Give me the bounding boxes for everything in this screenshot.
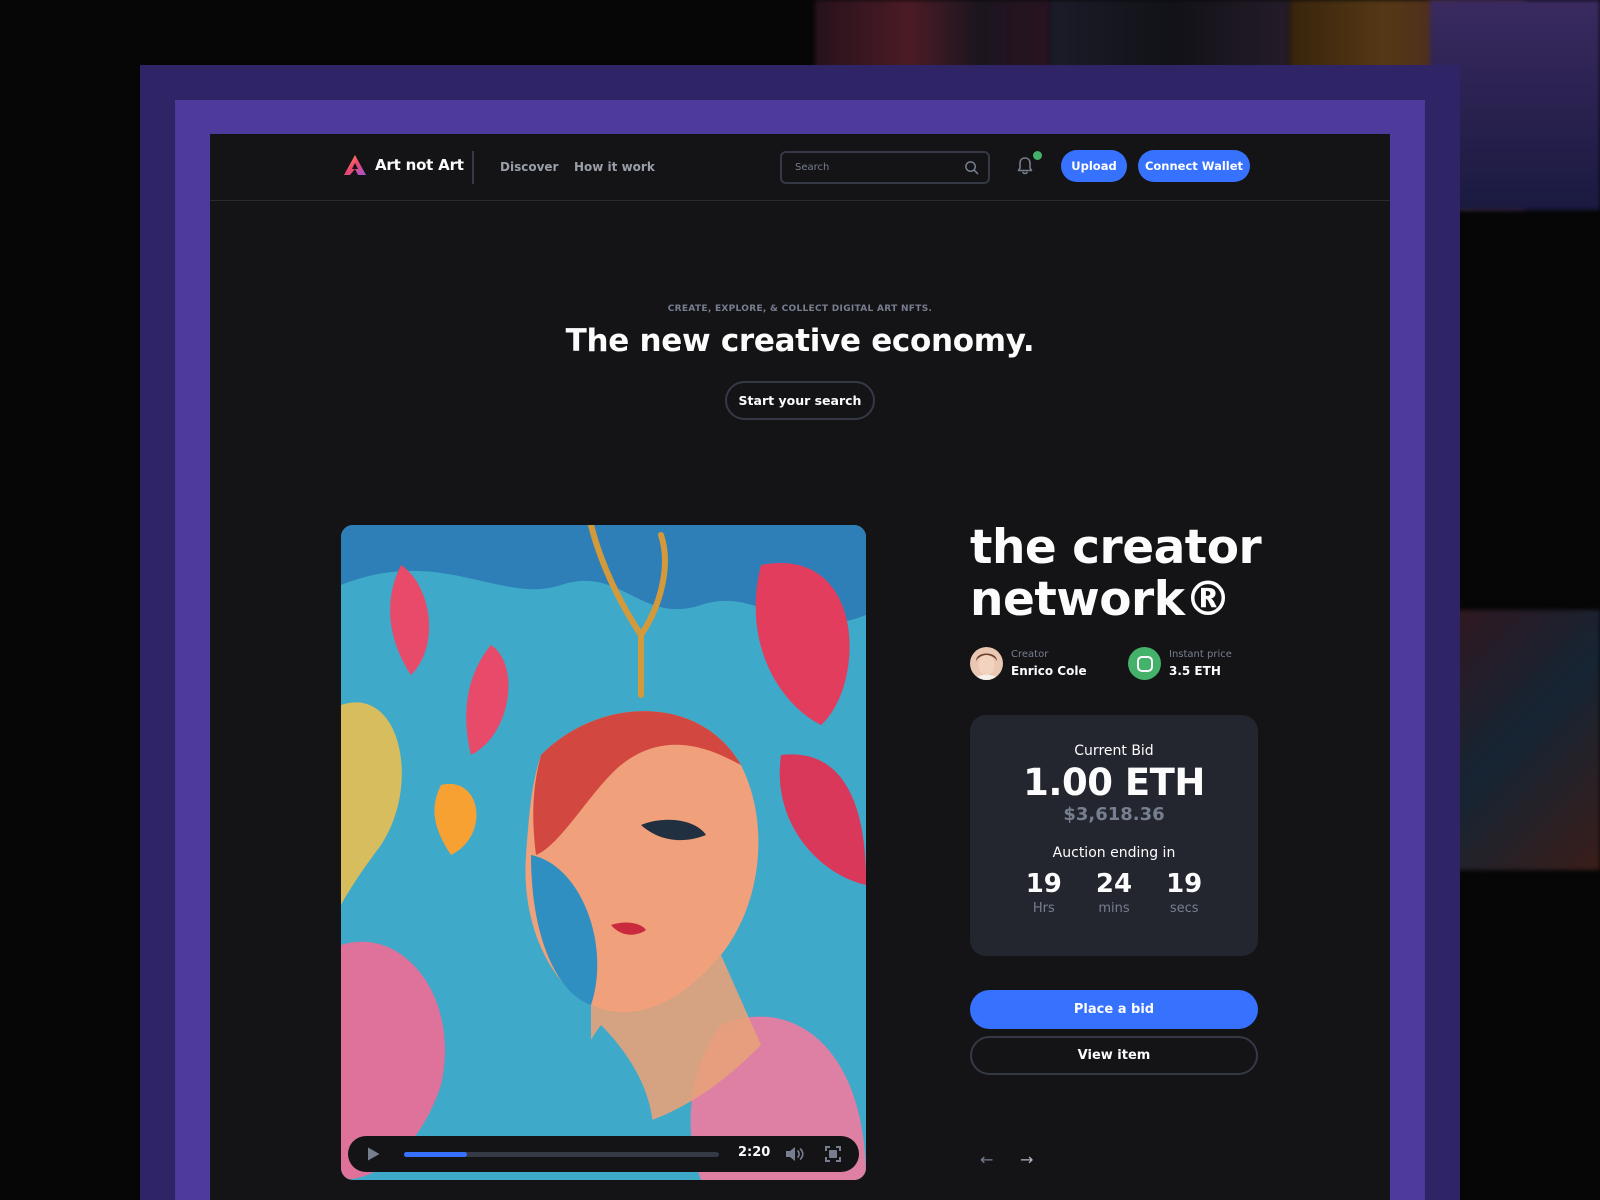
prev-arrow-icon[interactable]: ←	[980, 1150, 993, 1169]
play-icon[interactable]	[364, 1145, 382, 1167]
header-divider	[472, 151, 474, 184]
hero-eyebrow: CREATE, EXPLORE, & COLLECT DIGITAL ART N…	[667, 304, 933, 314]
brand-logo[interactable]: Art not Art	[343, 154, 464, 176]
volume-icon[interactable]	[784, 1144, 806, 1168]
triangle-logo-icon	[343, 154, 367, 176]
countdown-value: 19	[1025, 869, 1062, 899]
countdown-unit: secs	[1169, 901, 1199, 916]
app-screen: Art not Art Discover How it work Upload …	[210, 134, 1390, 1200]
brand-name: Art not Art	[375, 156, 464, 174]
media-player: 2:20	[348, 1136, 859, 1172]
current-bid-label: Current Bid	[1074, 743, 1154, 759]
creator-label: Creator	[1011, 649, 1049, 660]
countdown-minutes: 24 mins	[1096, 869, 1132, 916]
next-arrow-icon[interactable]: →	[1020, 1150, 1033, 1169]
creator-avatar	[970, 647, 1003, 680]
creator-info[interactable]: Creator Enrico Cole	[970, 647, 1087, 680]
creator-name: Enrico Cole	[1011, 664, 1087, 678]
bell-icon[interactable]	[1016, 156, 1034, 180]
place-bid-button[interactable]: Place a bid	[970, 990, 1258, 1029]
fullscreen-icon[interactable]	[824, 1145, 842, 1167]
current-bid-eth: 1.00 ETH	[1023, 761, 1205, 804]
notification-dot	[1033, 151, 1042, 160]
instant-price-label: Instant price	[1169, 649, 1232, 660]
countdown-hours: 19 Hrs	[1026, 869, 1062, 916]
item-title: the creator network®	[970, 520, 1262, 627]
search-input[interactable]	[782, 153, 988, 182]
upload-button[interactable]: Upload	[1061, 150, 1127, 182]
countdown-value: 19	[1166, 869, 1203, 899]
search-box	[780, 151, 990, 184]
progress-fill	[404, 1152, 467, 1157]
bid-card: Current Bid 1.00 ETH $3,618.36 Auction e…	[970, 715, 1258, 956]
progress-bar[interactable]	[404, 1152, 719, 1157]
nav-discover[interactable]: Discover	[500, 160, 558, 174]
player-time: 2:20	[738, 1145, 771, 1160]
instant-price-value: 3.5 ETH	[1169, 664, 1221, 678]
view-item-button[interactable]: View item	[970, 1036, 1258, 1075]
hero-title: The new creative economy.	[565, 323, 1035, 359]
countdown-value: 24	[1095, 869, 1133, 899]
artwork-media[interactable]: 2:20	[341, 525, 866, 1180]
countdown-unit: mins	[1098, 901, 1130, 916]
search-icon[interactable]	[964, 160, 979, 179]
connect-wallet-button[interactable]: Connect Wallet	[1138, 150, 1250, 182]
countdown-seconds: 19 secs	[1166, 869, 1202, 916]
countdown: 19 Hrs 24 mins 19 secs	[970, 869, 1258, 916]
instant-price-info: Instant price 3.5 ETH	[1128, 647, 1232, 680]
artwork-image	[341, 525, 866, 1180]
price-icon	[1128, 647, 1161, 680]
countdown-unit: Hrs	[1032, 901, 1055, 916]
start-search-button[interactable]: Start your search	[725, 381, 875, 420]
auction-label: Auction ending in	[1052, 845, 1176, 861]
nav-how-it-work[interactable]: How it work	[574, 160, 655, 174]
current-bid-usd: $3,618.36	[1063, 804, 1165, 825]
header: Art not Art Discover How it work Upload …	[210, 134, 1390, 201]
